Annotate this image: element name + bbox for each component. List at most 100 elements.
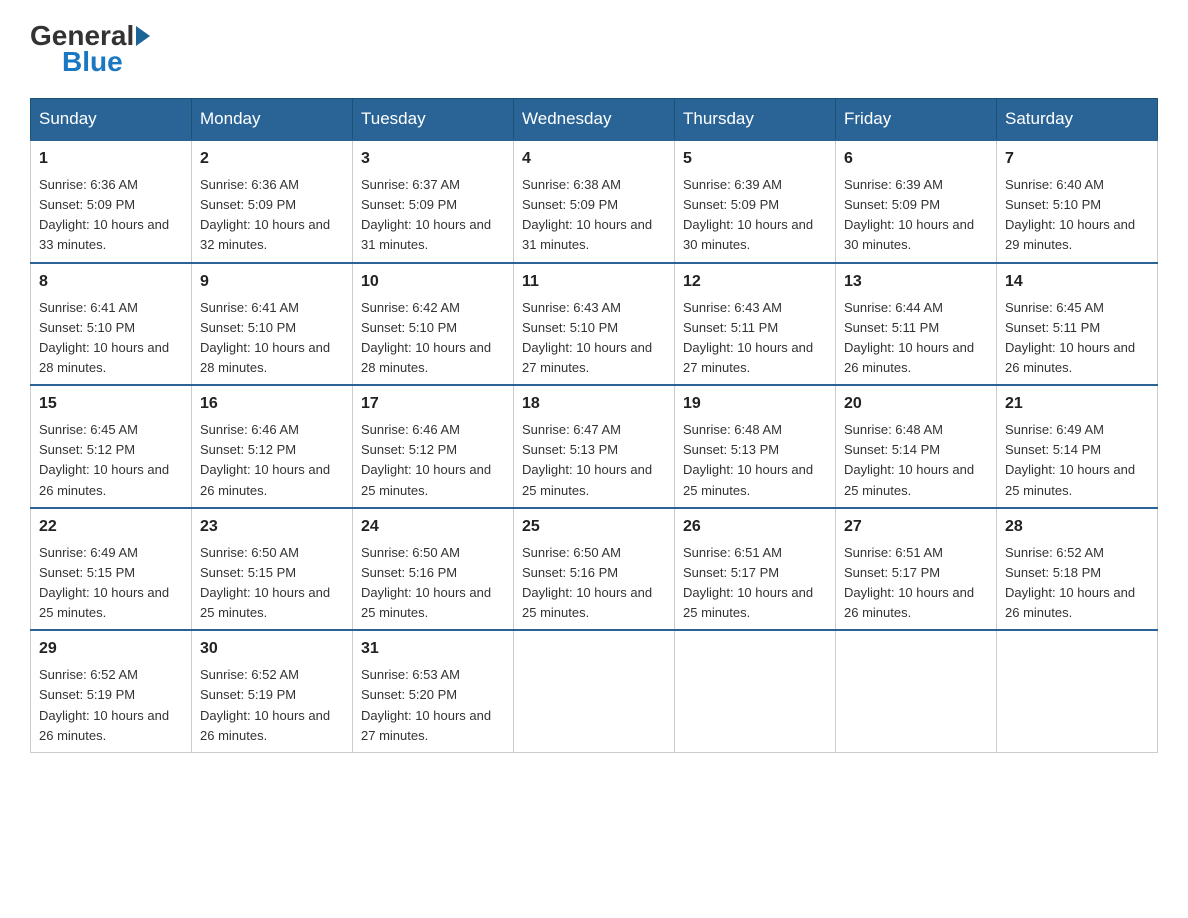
- calendar-cell: 19 Sunrise: 6:48 AMSunset: 5:13 PMDaylig…: [675, 385, 836, 508]
- calendar-header-monday: Monday: [192, 99, 353, 141]
- day-number: 8: [39, 270, 183, 294]
- day-info: Sunrise: 6:51 AMSunset: 5:17 PMDaylight:…: [683, 543, 827, 624]
- calendar-cell: 18 Sunrise: 6:47 AMSunset: 5:13 PMDaylig…: [514, 385, 675, 508]
- calendar-cell: 12 Sunrise: 6:43 AMSunset: 5:11 PMDaylig…: [675, 263, 836, 386]
- day-info: Sunrise: 6:46 AMSunset: 5:12 PMDaylight:…: [361, 420, 505, 501]
- calendar-cell: 26 Sunrise: 6:51 AMSunset: 5:17 PMDaylig…: [675, 508, 836, 631]
- page-header: General Blue: [30, 20, 1158, 78]
- calendar-cell: [675, 630, 836, 752]
- calendar-cell: 7 Sunrise: 6:40 AMSunset: 5:10 PMDayligh…: [997, 140, 1158, 263]
- day-info: Sunrise: 6:49 AMSunset: 5:14 PMDaylight:…: [1005, 420, 1149, 501]
- calendar-cell: 2 Sunrise: 6:36 AMSunset: 5:09 PMDayligh…: [192, 140, 353, 263]
- day-number: 13: [844, 270, 988, 294]
- day-info: Sunrise: 6:50 AMSunset: 5:16 PMDaylight:…: [361, 543, 505, 624]
- day-info: Sunrise: 6:43 AMSunset: 5:10 PMDaylight:…: [522, 298, 666, 379]
- calendar-cell: 10 Sunrise: 6:42 AMSunset: 5:10 PMDaylig…: [353, 263, 514, 386]
- day-info: Sunrise: 6:48 AMSunset: 5:13 PMDaylight:…: [683, 420, 827, 501]
- day-number: 7: [1005, 147, 1149, 171]
- day-info: Sunrise: 6:39 AMSunset: 5:09 PMDaylight:…: [844, 175, 988, 256]
- calendar-week-row: 8 Sunrise: 6:41 AMSunset: 5:10 PMDayligh…: [31, 263, 1158, 386]
- day-number: 3: [361, 147, 505, 171]
- day-number: 22: [39, 515, 183, 539]
- calendar-header-wednesday: Wednesday: [514, 99, 675, 141]
- calendar-week-row: 15 Sunrise: 6:45 AMSunset: 5:12 PMDaylig…: [31, 385, 1158, 508]
- day-number: 14: [1005, 270, 1149, 294]
- calendar-cell: [836, 630, 997, 752]
- logo-arrow-icon: [136, 26, 150, 46]
- day-info: Sunrise: 6:46 AMSunset: 5:12 PMDaylight:…: [200, 420, 344, 501]
- calendar-cell: 27 Sunrise: 6:51 AMSunset: 5:17 PMDaylig…: [836, 508, 997, 631]
- day-info: Sunrise: 6:50 AMSunset: 5:15 PMDaylight:…: [200, 543, 344, 624]
- calendar-cell: 1 Sunrise: 6:36 AMSunset: 5:09 PMDayligh…: [31, 140, 192, 263]
- day-number: 21: [1005, 392, 1149, 416]
- day-number: 1: [39, 147, 183, 171]
- calendar-cell: 5 Sunrise: 6:39 AMSunset: 5:09 PMDayligh…: [675, 140, 836, 263]
- day-number: 30: [200, 637, 344, 661]
- day-number: 20: [844, 392, 988, 416]
- day-number: 2: [200, 147, 344, 171]
- day-number: 25: [522, 515, 666, 539]
- day-info: Sunrise: 6:51 AMSunset: 5:17 PMDaylight:…: [844, 543, 988, 624]
- day-info: Sunrise: 6:50 AMSunset: 5:16 PMDaylight:…: [522, 543, 666, 624]
- calendar-cell: 31 Sunrise: 6:53 AMSunset: 5:20 PMDaylig…: [353, 630, 514, 752]
- day-info: Sunrise: 6:48 AMSunset: 5:14 PMDaylight:…: [844, 420, 988, 501]
- calendar-cell: 29 Sunrise: 6:52 AMSunset: 5:19 PMDaylig…: [31, 630, 192, 752]
- day-info: Sunrise: 6:52 AMSunset: 5:18 PMDaylight:…: [1005, 543, 1149, 624]
- day-number: 10: [361, 270, 505, 294]
- calendar-cell: 25 Sunrise: 6:50 AMSunset: 5:16 PMDaylig…: [514, 508, 675, 631]
- day-number: 24: [361, 515, 505, 539]
- day-info: Sunrise: 6:45 AMSunset: 5:12 PMDaylight:…: [39, 420, 183, 501]
- calendar-cell: [514, 630, 675, 752]
- calendar-week-row: 22 Sunrise: 6:49 AMSunset: 5:15 PMDaylig…: [31, 508, 1158, 631]
- day-number: 6: [844, 147, 988, 171]
- day-number: 31: [361, 637, 505, 661]
- day-number: 28: [1005, 515, 1149, 539]
- day-info: Sunrise: 6:47 AMSunset: 5:13 PMDaylight:…: [522, 420, 666, 501]
- day-info: Sunrise: 6:37 AMSunset: 5:09 PMDaylight:…: [361, 175, 505, 256]
- calendar-header-tuesday: Tuesday: [353, 99, 514, 141]
- day-number: 29: [39, 637, 183, 661]
- logo-blue-text: Blue: [62, 46, 123, 78]
- calendar-cell: 8 Sunrise: 6:41 AMSunset: 5:10 PMDayligh…: [31, 263, 192, 386]
- calendar-cell: 20 Sunrise: 6:48 AMSunset: 5:14 PMDaylig…: [836, 385, 997, 508]
- day-number: 17: [361, 392, 505, 416]
- calendar-table: SundayMondayTuesdayWednesdayThursdayFrid…: [30, 98, 1158, 753]
- calendar-cell: 13 Sunrise: 6:44 AMSunset: 5:11 PMDaylig…: [836, 263, 997, 386]
- day-info: Sunrise: 6:52 AMSunset: 5:19 PMDaylight:…: [200, 665, 344, 746]
- day-number: 18: [522, 392, 666, 416]
- day-number: 4: [522, 147, 666, 171]
- calendar-week-row: 1 Sunrise: 6:36 AMSunset: 5:09 PMDayligh…: [31, 140, 1158, 263]
- calendar-cell: 16 Sunrise: 6:46 AMSunset: 5:12 PMDaylig…: [192, 385, 353, 508]
- calendar-cell: [997, 630, 1158, 752]
- day-number: 9: [200, 270, 344, 294]
- day-info: Sunrise: 6:41 AMSunset: 5:10 PMDaylight:…: [200, 298, 344, 379]
- day-info: Sunrise: 6:45 AMSunset: 5:11 PMDaylight:…: [1005, 298, 1149, 379]
- day-info: Sunrise: 6:53 AMSunset: 5:20 PMDaylight:…: [361, 665, 505, 746]
- calendar-cell: 11 Sunrise: 6:43 AMSunset: 5:10 PMDaylig…: [514, 263, 675, 386]
- day-info: Sunrise: 6:43 AMSunset: 5:11 PMDaylight:…: [683, 298, 827, 379]
- calendar-cell: 14 Sunrise: 6:45 AMSunset: 5:11 PMDaylig…: [997, 263, 1158, 386]
- day-info: Sunrise: 6:49 AMSunset: 5:15 PMDaylight:…: [39, 543, 183, 624]
- day-info: Sunrise: 6:40 AMSunset: 5:10 PMDaylight:…: [1005, 175, 1149, 256]
- calendar-cell: 22 Sunrise: 6:49 AMSunset: 5:15 PMDaylig…: [31, 508, 192, 631]
- calendar-cell: 3 Sunrise: 6:37 AMSunset: 5:09 PMDayligh…: [353, 140, 514, 263]
- day-number: 23: [200, 515, 344, 539]
- day-info: Sunrise: 6:36 AMSunset: 5:09 PMDaylight:…: [200, 175, 344, 256]
- calendar-header-row: SundayMondayTuesdayWednesdayThursdayFrid…: [31, 99, 1158, 141]
- day-number: 11: [522, 270, 666, 294]
- calendar-cell: 9 Sunrise: 6:41 AMSunset: 5:10 PMDayligh…: [192, 263, 353, 386]
- day-info: Sunrise: 6:39 AMSunset: 5:09 PMDaylight:…: [683, 175, 827, 256]
- day-info: Sunrise: 6:41 AMSunset: 5:10 PMDaylight:…: [39, 298, 183, 379]
- calendar-cell: 21 Sunrise: 6:49 AMSunset: 5:14 PMDaylig…: [997, 385, 1158, 508]
- calendar-week-row: 29 Sunrise: 6:52 AMSunset: 5:19 PMDaylig…: [31, 630, 1158, 752]
- logo: General Blue: [30, 20, 152, 78]
- calendar-cell: 24 Sunrise: 6:50 AMSunset: 5:16 PMDaylig…: [353, 508, 514, 631]
- day-number: 5: [683, 147, 827, 171]
- calendar-cell: 6 Sunrise: 6:39 AMSunset: 5:09 PMDayligh…: [836, 140, 997, 263]
- day-info: Sunrise: 6:44 AMSunset: 5:11 PMDaylight:…: [844, 298, 988, 379]
- day-number: 15: [39, 392, 183, 416]
- calendar-header-sunday: Sunday: [31, 99, 192, 141]
- calendar-cell: 4 Sunrise: 6:38 AMSunset: 5:09 PMDayligh…: [514, 140, 675, 263]
- day-number: 12: [683, 270, 827, 294]
- day-number: 26: [683, 515, 827, 539]
